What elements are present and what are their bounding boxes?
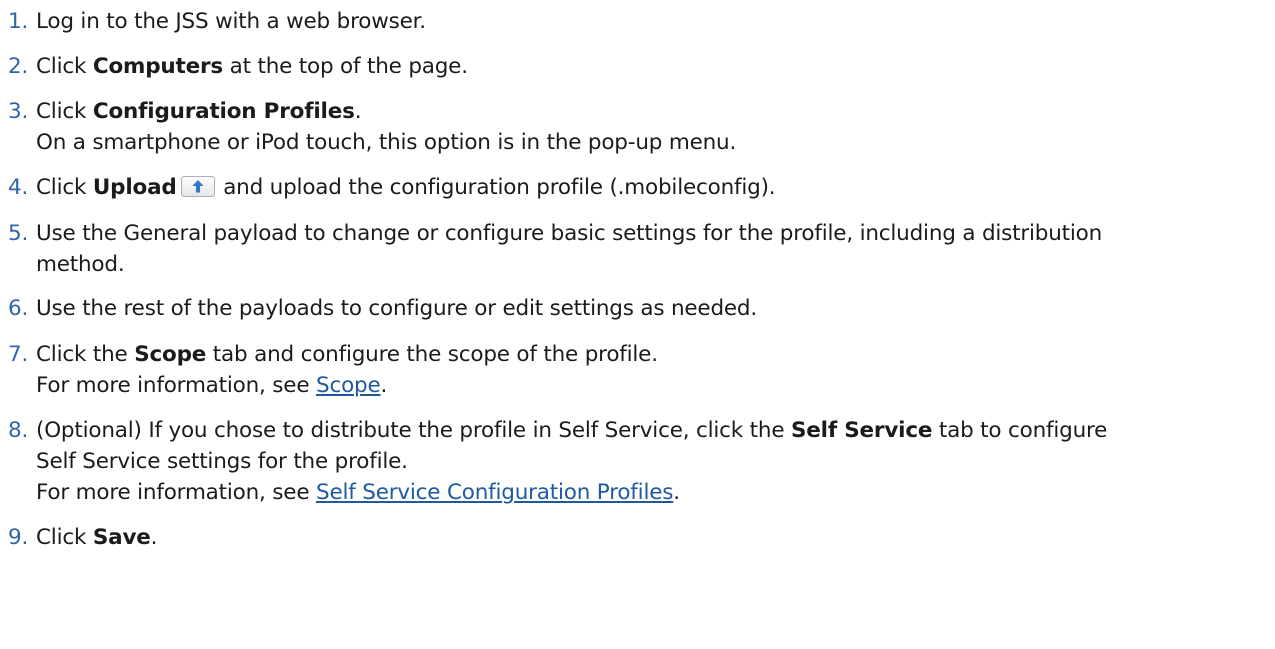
scope-link[interactable]: Scope (316, 373, 381, 398)
step-text-pre: Click (36, 54, 93, 79)
step-3: 3. Click Configuration Profiles. On a sma… (8, 96, 1263, 158)
note-text-pre: For more information, see (36, 373, 317, 398)
step-text: Log in to the JSS with a web browser. (36, 9, 426, 34)
step-2: 2. Click Computers at the top of the page… (8, 51, 1263, 82)
step-number: 8. (8, 418, 29, 443)
step-note: For more information, see Self Service C… (8, 477, 1263, 508)
step-number: 6. (8, 296, 29, 321)
step-text-pre: Click (36, 175, 93, 200)
self-service-configuration-profiles-link[interactable]: Self Service Configuration Profiles (316, 480, 673, 505)
step-1: 1. Log in to the JSS with a web browser. (8, 6, 1263, 37)
step-text-pre: Click (36, 525, 93, 550)
step-text-pre: (Optional) If you chose to distribute th… (36, 418, 791, 443)
step-text: Use the General payload to change or con… (36, 221, 1103, 246)
ui-term-scope: Scope (134, 342, 207, 367)
note-text-pre: For more information, see (36, 480, 317, 505)
step-number: 7. (8, 342, 29, 367)
step-number: 3. (8, 99, 29, 124)
step-text-pre: Click the (36, 342, 135, 367)
step-number: 2. (8, 54, 29, 79)
step-number: 4. (8, 175, 29, 200)
step-text-continued: Self Service settings for the profile. (36, 449, 408, 474)
ui-term-self-service: Self Service (790, 418, 933, 443)
step-note: On a smartphone or iPod touch, this opti… (36, 130, 737, 155)
step-9: 9. Click Save. (8, 522, 1263, 553)
step-7: 7. Click the Scope tab and configure the … (8, 339, 1263, 401)
ui-term-upload: Upload (92, 175, 177, 200)
step-text: Use the rest of the payloads to configur… (36, 296, 758, 321)
step-text-post: . (354, 99, 362, 124)
ui-term-configuration-profiles: Configuration Profiles (92, 99, 355, 124)
step-number: 9. (8, 525, 29, 550)
step-note: For more information, see Scope. (8, 370, 1263, 401)
step-text-continued: method. (36, 252, 125, 277)
ui-term-computers: Computers (92, 54, 223, 79)
step-number: 1. (8, 9, 29, 34)
step-text-post: . (150, 525, 158, 550)
step-8: 8. (Optional) If you chose to distribute … (8, 415, 1263, 508)
step-text-post: tab and configure the scope of the profi… (206, 342, 658, 367)
ui-term-save: Save (92, 525, 151, 550)
step-number: 5. (8, 221, 29, 246)
step-4: 4. Click Upload and upload the configurat… (8, 172, 1263, 203)
note-text-post: . (673, 480, 680, 505)
note-text-post: . (380, 373, 388, 398)
step-6: 6. Use the rest of the payloads to config… (8, 293, 1263, 324)
step-text-pre: Click (36, 99, 93, 124)
document-page: 1. Log in to the JSS with a web browser. … (0, 0, 1275, 649)
step-text-post: and upload the configuration profile (.m… (216, 175, 776, 200)
step-text-post: at the top of the page. (222, 54, 468, 79)
step-5: 5. Use the General payload to change or c… (8, 218, 1263, 280)
step-text-post: tab to configure (932, 418, 1108, 443)
upload-arrow-icon (180, 176, 215, 197)
